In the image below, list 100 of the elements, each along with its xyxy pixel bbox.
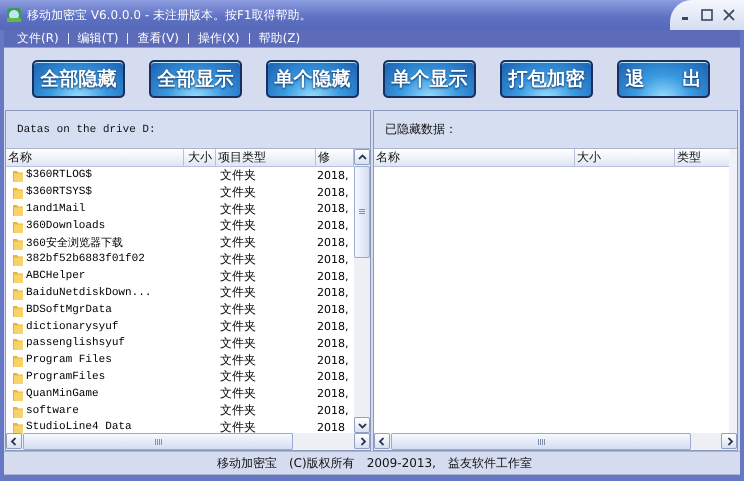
file-row[interactable]: 1and1Mail 文件夹 2018,: [6, 200, 354, 218]
file-type: 文件夹: [220, 285, 256, 300]
folder-icon: [12, 168, 24, 182]
scroll-thumb[interactable]: [391, 433, 691, 450]
file-row[interactable]: dictionarysyuf 文件夹 2018,: [6, 318, 354, 335]
file-type: 文件夹: [220, 168, 256, 182]
status-text: (C)版权所有: [289, 454, 355, 472]
file-name: $360RTLOG$: [26, 169, 92, 182]
file-name: QuanMinGame: [26, 388, 99, 400]
grip-icon: [358, 209, 366, 215]
scroll-left-button[interactable]: [374, 433, 390, 449]
file-row[interactable]: $360RTSYS$ 文件夹 2018,: [6, 184, 354, 201]
modified-date: 2018: [317, 420, 345, 433]
modified-date: 2018,: [317, 336, 348, 350]
close-icon: [723, 9, 735, 21]
modified-date: 2018,: [317, 320, 348, 334]
column-header[interactable]: 大小: [184, 149, 216, 166]
modified-date: 2018,: [317, 202, 348, 216]
toolbar-button[interactable]: 全部隐藏: [32, 60, 125, 98]
menu-item[interactable]: 操作(X): [192, 30, 245, 47]
status-text: 益友软件工作室: [448, 454, 532, 472]
scroll-right-button[interactable]: [354, 433, 370, 449]
menu-item[interactable]: 帮助(Z): [254, 30, 306, 47]
file-row[interactable]: passenglishsyuf 文件夹 2018,: [6, 334, 354, 352]
file-row[interactable]: ProgramFiles 文件夹 2018,: [6, 368, 354, 386]
file-name: 360Downloads: [26, 220, 106, 232]
modified-date: 2018,: [317, 252, 348, 266]
modified-date: 2018,: [317, 270, 348, 283]
folder-icon: [12, 252, 24, 266]
left-chevron-icon: [10, 436, 18, 446]
file-row[interactable]: ABCHelper 文件夹 2018,: [6, 268, 354, 285]
file-name: 382bf52b6883f01f02: [26, 253, 145, 266]
file-row[interactable]: Program Files 文件夹 2018,: [6, 352, 354, 369]
column-header[interactable]: 名称: [6, 149, 184, 166]
file-name: dictionarysyuf: [26, 320, 118, 333]
file-type: 文件夹: [220, 319, 256, 334]
toolbar-button[interactable]: 单个隐藏: [266, 60, 359, 98]
menu-item[interactable]: 文件(R): [12, 30, 64, 47]
folder-icon: [12, 269, 24, 284]
file-type: 文件夹: [220, 403, 256, 418]
app-icon: [6, 7, 22, 23]
file-type: 文件夹: [220, 386, 256, 400]
file-name: $360RTSYS$: [26, 186, 92, 198]
down-chevron-icon: [358, 420, 366, 430]
file-row[interactable]: 360Downloads 文件夹 2018,: [6, 217, 354, 234]
status-text: 2009-2013,: [366, 456, 436, 470]
scroll-down-button[interactable]: [354, 417, 370, 433]
file-type: 文件夹: [220, 268, 256, 283]
window-title: 移动加密宝 V6.0.0.0 - 未注册版本。按F1取得帮助。: [27, 6, 312, 24]
menu-item[interactable]: 查看(V): [132, 30, 184, 47]
folder-icon: [12, 336, 24, 350]
scroll-up-button[interactable]: [354, 149, 370, 165]
file-type: 文件夹: [220, 218, 256, 232]
menu-item[interactable]: 编辑(T): [72, 30, 124, 47]
file-name: passenglishsyuf: [26, 337, 126, 350]
file-type: 文件夹: [220, 184, 256, 199]
grip-icon: [538, 438, 544, 444]
file-type: 文件夹: [220, 235, 256, 250]
file-row[interactable]: software 文件夹 2018,: [6, 402, 354, 419]
file-name: software: [26, 404, 79, 417]
file-row[interactable]: $360RTLOG$ 文件夹 2018,: [6, 167, 354, 184]
file-row[interactable]: 382bf52b6883f01f02 文件夹 2018,: [6, 250, 354, 268]
toolbar-button[interactable]: 退 出: [617, 60, 710, 98]
modified-date: 2018,: [317, 168, 348, 182]
file-type: 文件夹: [220, 302, 256, 316]
column-header[interactable]: 项目类型: [216, 149, 316, 166]
file-type: 文件夹: [220, 252, 256, 266]
toolbar-button[interactable]: 全部显示: [149, 60, 242, 98]
modified-date: 2018,: [317, 387, 348, 400]
file-type: 文件夹: [220, 420, 256, 433]
scroll-thumb[interactable]: [354, 166, 370, 258]
modified-date: 2018,: [317, 186, 348, 199]
file-row[interactable]: BDSoftMgrData 文件夹 2018,: [6, 301, 354, 318]
file-name: BaiduNetdiskDown...: [26, 286, 152, 299]
status-text: 移动加密宝: [217, 454, 277, 472]
column-header[interactable]: 大小: [575, 149, 675, 166]
up-chevron-icon: [358, 152, 366, 162]
file-name: ProgramFiles: [26, 370, 106, 383]
modified-date: 2018,: [317, 404, 348, 418]
scroll-left-button[interactable]: [6, 433, 22, 449]
file-row[interactable]: StudioLine4 Data 文件夹 2018: [6, 418, 354, 433]
file-row[interactable]: BaiduNetdiskDown... 文件夹 2018,: [6, 284, 354, 302]
file-name: 1and1Mail: [26, 202, 86, 215]
file-row[interactable]: QuanMinGame 文件夹 2018,: [6, 385, 354, 402]
column-header[interactable]: 名称: [374, 149, 575, 166]
file-row[interactable]: 360安全浏览器下载 文件夹 2018,: [6, 234, 354, 251]
left-chevron-icon: [378, 436, 386, 446]
file-type: 文件夹: [220, 202, 256, 216]
pane-heading: Datas on the drive D:: [17, 124, 156, 136]
modified-date: 2018,: [317, 354, 348, 367]
file-name: Program Files: [26, 354, 112, 366]
scroll-right-button[interactable]: [721, 433, 737, 449]
scroll-thumb[interactable]: [23, 433, 293, 450]
toolbar-button[interactable]: 打包加密: [500, 60, 593, 98]
maximize-icon: [701, 9, 713, 21]
modified-date: 2018,: [317, 219, 348, 232]
modified-date: 2018,: [317, 286, 348, 300]
minimize-icon: [682, 17, 688, 20]
toolbar-button[interactable]: 单个显示: [383, 60, 476, 98]
file-type: 文件夹: [220, 352, 256, 367]
